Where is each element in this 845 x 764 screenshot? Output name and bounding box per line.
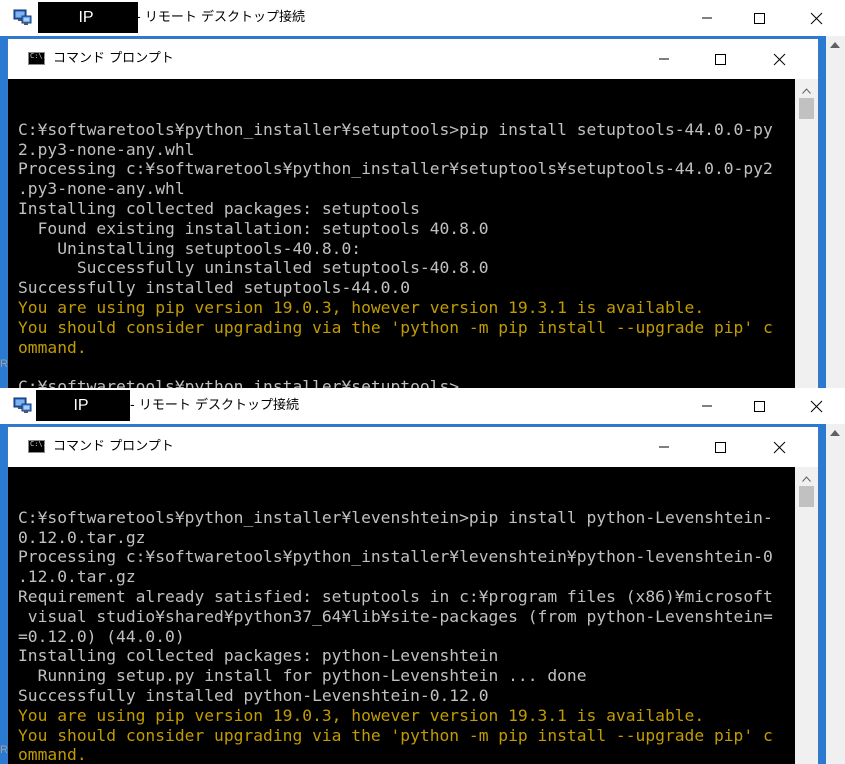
left-edge-char: R bbox=[0, 358, 8, 370]
console-line: 0.12.0.tar.gz bbox=[18, 527, 146, 547]
scroll-thumb[interactable] bbox=[799, 486, 814, 507]
rdp-scrollbar[interactable] bbox=[826, 424, 845, 764]
cmd-minimize-button[interactable] bbox=[641, 39, 687, 79]
console-line: .py3-none-any.whl bbox=[18, 179, 185, 199]
cmd-scrollbar[interactable] bbox=[795, 467, 818, 764]
rdp-window-setuptools: IP - リモート デスクトップ接続 R C:\. コマンド プロンプト C:¥… bbox=[0, 0, 845, 388]
console-line: C:¥softwaretools¥python_installer¥levens… bbox=[18, 507, 773, 527]
cmd-close-button[interactable] bbox=[756, 427, 802, 467]
minimize-icon bbox=[702, 405, 712, 407]
console-line: =0.12.0) (44.0.0) bbox=[18, 626, 185, 646]
ip-address-label: IP bbox=[38, 2, 138, 33]
console-line: Requirement already satisfied: setuptool… bbox=[18, 586, 773, 606]
close-icon bbox=[810, 400, 822, 412]
maximize-icon bbox=[753, 400, 765, 412]
console-line: Running setup.py install for python-Leve… bbox=[18, 666, 587, 686]
minimize-icon bbox=[659, 446, 669, 448]
console-text: C:¥softwaretools¥python_installer¥levens… bbox=[18, 488, 773, 764]
rdp-maximize-button[interactable] bbox=[736, 388, 782, 424]
rdp-window-title: - リモート デスクトップ接続 bbox=[136, 10, 305, 25]
rdp-close-button[interactable] bbox=[793, 0, 839, 36]
console-line: visual studio¥shared¥python37_64¥lib¥sit… bbox=[18, 606, 773, 626]
console-line: Uninstalling setuptools-40.8.0: bbox=[18, 238, 362, 258]
minimize-icon bbox=[702, 17, 712, 19]
console-line: Successfully installed python-Levenshtei… bbox=[18, 685, 489, 705]
cmd-maximize-button[interactable] bbox=[697, 39, 743, 79]
maximize-icon bbox=[714, 53, 726, 65]
console-line: 2.py3-none-any.whl bbox=[18, 139, 195, 159]
scroll-thumb[interactable] bbox=[799, 98, 814, 119]
console-output[interactable]: C:¥softwaretools¥python_installer¥setupt… bbox=[8, 79, 796, 388]
remote-desktop-area[interactable]: R C:\. コマンド プロンプト C:¥softwaretools¥pytho… bbox=[0, 36, 845, 388]
scroll-up-icon[interactable] bbox=[802, 88, 811, 94]
console-text: C:¥softwaretools¥python_installer¥setupt… bbox=[18, 100, 773, 388]
rdp-titlebar[interactable]: IP - リモート デスクトップ接続 bbox=[0, 388, 845, 424]
close-icon bbox=[773, 441, 785, 453]
console-warning-line: You should consider upgrading via the 'p… bbox=[18, 725, 773, 745]
maximize-icon bbox=[753, 12, 765, 24]
cmd-close-button[interactable] bbox=[756, 39, 802, 79]
console-warning-line: You are using pip version 19.0.3, howeve… bbox=[18, 705, 705, 725]
cmd-window-title: コマンド プロンプト bbox=[53, 439, 174, 454]
scroll-up-icon[interactable] bbox=[830, 429, 840, 436]
rdp-maximize-button[interactable] bbox=[736, 0, 782, 36]
cmd-window: C:\. コマンド プロンプト C:¥softwaretools¥python_… bbox=[7, 426, 819, 764]
ip-address-label: IP bbox=[36, 390, 130, 421]
console-output[interactable]: C:¥softwaretools¥python_installer¥levens… bbox=[8, 467, 796, 764]
remote-desktop-icon bbox=[13, 397, 32, 413]
remote-desktop-icon bbox=[13, 9, 32, 25]
cmd-titlebar[interactable]: C:\. コマンド プロンプト bbox=[8, 39, 818, 79]
cmd-minimize-button[interactable] bbox=[641, 427, 687, 467]
minimize-icon bbox=[659, 58, 669, 60]
console-warning-line: ommand. bbox=[18, 745, 87, 764]
cmd-titlebar[interactable]: C:\. コマンド プロンプト bbox=[8, 427, 818, 467]
console-warning-line: ommand. bbox=[18, 337, 87, 357]
console-warning-line: You should consider upgrading via the 'p… bbox=[18, 317, 773, 337]
close-icon bbox=[773, 53, 785, 65]
console-line: Successfully installed setuptools-44.0.0 bbox=[18, 278, 411, 298]
console-line: Successfully uninstalled setuptools-40.8… bbox=[18, 258, 489, 278]
rdp-scrollbar[interactable] bbox=[826, 36, 845, 388]
console-warning-line: You are using pip version 19.0.3, howeve… bbox=[18, 297, 705, 317]
rdp-titlebar[interactable]: IP - リモート デスクトップ接続 bbox=[0, 0, 845, 36]
console-line: Found existing installation: setuptools … bbox=[18, 218, 489, 238]
rdp-close-button[interactable] bbox=[793, 388, 839, 424]
console-line: Installing collected packages: setuptool… bbox=[18, 198, 420, 218]
left-edge-char: R bbox=[0, 744, 8, 756]
scroll-up-icon[interactable] bbox=[802, 476, 811, 482]
console-line: Installing collected packages: python-Le… bbox=[18, 646, 499, 666]
rdp-minimize-button[interactable] bbox=[684, 0, 730, 36]
console-line: Processing c:¥softwaretools¥python_insta… bbox=[18, 547, 773, 567]
cmd-window-title: コマンド プロンプト bbox=[53, 51, 174, 66]
rdp-window-levenshtein: IP - リモート デスクトップ接続 R C:\. コマンド プロンプト C:¥… bbox=[0, 388, 845, 764]
console-line: .12.0.tar.gz bbox=[18, 567, 136, 587]
rdp-window-title: - リモート デスクトップ接続 bbox=[130, 398, 299, 413]
console-line: C:¥softwaretools¥python_installer¥setupt… bbox=[18, 119, 773, 139]
rdp-minimize-button[interactable] bbox=[684, 388, 730, 424]
console-line: C:¥softwaretools¥python_installer¥setupt… bbox=[18, 377, 773, 388]
cmd-icon: C:\. bbox=[28, 440, 47, 453]
cmd-window: C:\. コマンド プロンプト C:¥softwaretools¥python_… bbox=[7, 38, 819, 388]
remote-desktop-area[interactable]: R C:\. コマンド プロンプト C:¥softwaretools¥pytho… bbox=[0, 424, 845, 764]
cmd-maximize-button[interactable] bbox=[697, 427, 743, 467]
scroll-up-icon[interactable] bbox=[830, 41, 840, 48]
cmd-icon: C:\. bbox=[28, 52, 47, 65]
maximize-icon bbox=[714, 441, 726, 453]
console-line: Processing c:¥softwaretools¥python_insta… bbox=[18, 159, 773, 179]
cmd-scrollbar[interactable] bbox=[795, 79, 818, 388]
close-icon bbox=[810, 12, 822, 24]
